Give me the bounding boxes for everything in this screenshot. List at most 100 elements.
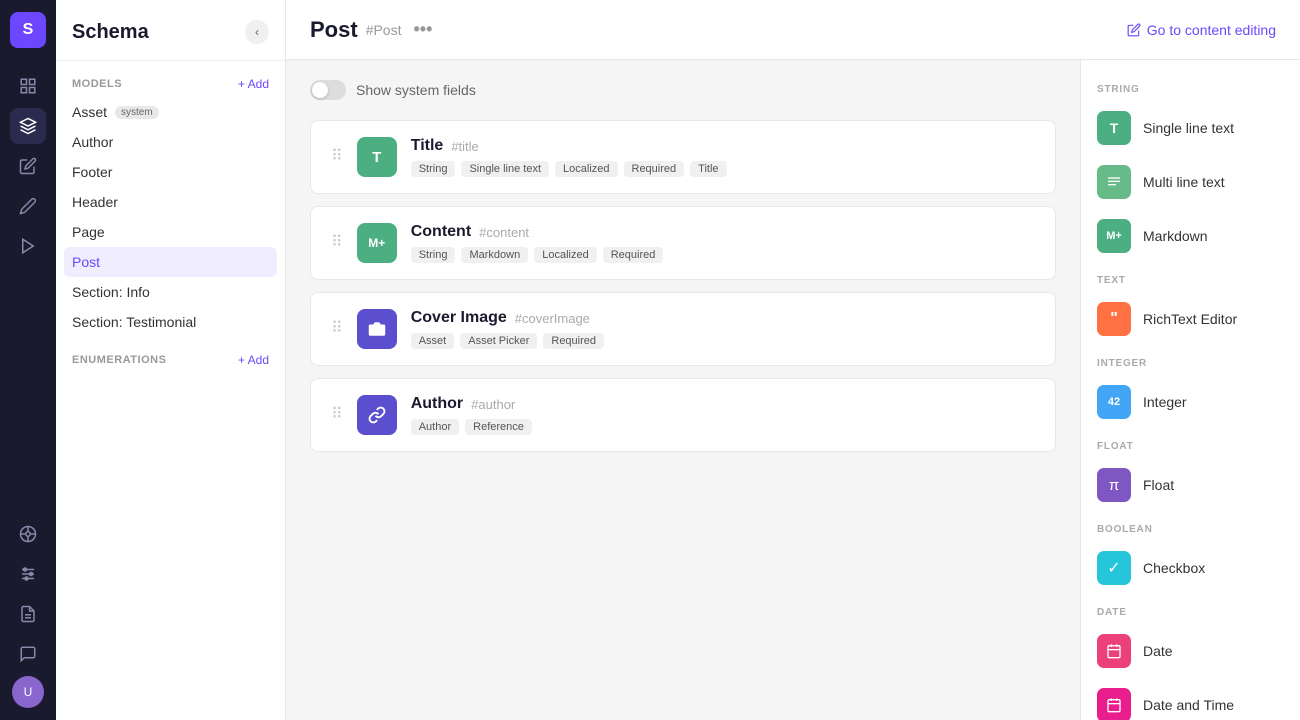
- field-info-cover-image: Cover Image #coverImage Asset Asset Pick…: [411, 309, 1035, 349]
- field-tags-title: String Single line text Localized Requir…: [411, 161, 1035, 177]
- field-card-content: ⠿ M+ Content #content String Markdown Lo…: [310, 206, 1056, 280]
- panel-item-richtext[interactable]: " RichText Editor: [1081, 292, 1300, 346]
- drag-handle-cover-image[interactable]: ⠿: [331, 321, 343, 337]
- drag-handle-title[interactable]: ⠿: [331, 149, 343, 165]
- panel-label-richtext: RichText Editor: [1143, 311, 1237, 327]
- tag: Asset: [411, 333, 455, 349]
- tag: Required: [603, 247, 664, 263]
- panel-icon-date-and-time: [1097, 688, 1131, 720]
- field-icon-cover-image: [357, 309, 397, 349]
- sidebar-header: Schema ‹: [56, 0, 285, 61]
- sidebar-item-author[interactable]: Author: [56, 127, 285, 157]
- more-options-button[interactable]: •••: [414, 19, 433, 40]
- tag: Single line text: [461, 161, 549, 177]
- sidebar-item-post[interactable]: Post: [64, 247, 277, 277]
- tag: String: [411, 247, 456, 263]
- tag: Required: [624, 161, 685, 177]
- panel-item-checkbox[interactable]: ✓ Checkbox: [1081, 541, 1300, 595]
- schema-area: Show system fields ⠿ T Title #title Stri…: [286, 60, 1080, 720]
- nav-icon-document[interactable]: [10, 596, 46, 632]
- panel-label-checkbox: Checkbox: [1143, 560, 1205, 576]
- panel-section-date: DATE: [1081, 595, 1300, 624]
- panel-icon-integer: 42: [1097, 385, 1131, 419]
- panel-item-date-and-time[interactable]: Date and Time: [1081, 678, 1300, 720]
- sidebar-collapse-button[interactable]: ‹: [245, 20, 269, 44]
- drag-handle-author[interactable]: ⠿: [331, 407, 343, 423]
- tag: Asset Picker: [460, 333, 537, 349]
- nav-icon-layers[interactable]: [10, 68, 46, 104]
- panel-section-float: FLOAT: [1081, 429, 1300, 458]
- panel-item-date[interactable]: Date: [1081, 624, 1300, 678]
- nav-icon-plugin[interactable]: [10, 516, 46, 552]
- nav-icon-edit[interactable]: [10, 148, 46, 184]
- tag: Required: [543, 333, 604, 349]
- panel-item-markdown[interactable]: M+ Markdown: [1081, 209, 1300, 263]
- panel-label-single-line-text: Single line text: [1143, 120, 1234, 136]
- sidebar-item-section-testimonial[interactable]: Section: Testimonial: [56, 307, 285, 337]
- page-title: Post: [310, 17, 358, 43]
- panel-label-integer: Integer: [1143, 394, 1187, 410]
- tag: Markdown: [461, 247, 528, 263]
- panel-label-multi-line-text: Multi line text: [1143, 174, 1225, 190]
- field-info-title: Title #title String Single line text Loc…: [411, 137, 1035, 177]
- nav-icon-pen[interactable]: [10, 188, 46, 224]
- drag-handle-content[interactable]: ⠿: [331, 235, 343, 251]
- field-tags-cover-image: Asset Asset Picker Required: [411, 333, 1035, 349]
- tag: Localized: [555, 161, 617, 177]
- nav-icon-schema[interactable]: [10, 108, 46, 144]
- field-icon-title: T: [357, 137, 397, 177]
- panel-icon-markdown: M+: [1097, 219, 1131, 253]
- user-avatar[interactable]: U: [12, 676, 44, 708]
- panel-section-boolean: BOOLEAN: [1081, 512, 1300, 541]
- models-add-button[interactable]: + Add: [238, 77, 269, 91]
- field-tags-content: String Markdown Localized Required: [411, 247, 1035, 263]
- panel-item-single-line-text[interactable]: T Single line text: [1081, 101, 1300, 155]
- field-info-author: Author #author Author Reference: [411, 395, 1035, 435]
- field-card-cover-image: ⠿ Cover Image #coverImage Asset Asset Pi…: [310, 292, 1056, 366]
- icon-bar: S: [0, 0, 56, 720]
- panel-label-date: Date: [1143, 643, 1173, 659]
- panel-icon-checkbox: ✓: [1097, 551, 1131, 585]
- tag: Author: [411, 419, 459, 435]
- main-content: Post #Post ••• Go to content editing Sho…: [286, 0, 1300, 720]
- enumerations-add-button[interactable]: + Add: [238, 353, 269, 367]
- sidebar-item-section-info[interactable]: Section: Info: [56, 277, 285, 307]
- sidebar-item-asset[interactable]: Asset system: [56, 97, 285, 127]
- sidebar-item-header[interactable]: Header: [56, 187, 285, 217]
- panel-section-text: TEXT: [1081, 263, 1300, 292]
- panel-icon-date: [1097, 634, 1131, 668]
- field-name-content: Content #content: [411, 223, 1035, 241]
- go-to-editing-button[interactable]: Go to content editing: [1127, 22, 1276, 38]
- nav-icon-sliders[interactable]: [10, 556, 46, 592]
- asset-badge: system: [115, 106, 159, 119]
- system-fields-switch[interactable]: [310, 80, 346, 100]
- panel-item-multi-line-text[interactable]: Multi line text: [1081, 155, 1300, 209]
- nav-icon-play[interactable]: [10, 228, 46, 264]
- tag: String: [411, 161, 456, 177]
- page-slug: #Post: [366, 22, 402, 38]
- tag: Title: [690, 161, 726, 177]
- sidebar-item-footer[interactable]: Footer: [56, 157, 285, 187]
- tag: Reference: [465, 419, 532, 435]
- panel-icon-richtext: ": [1097, 302, 1131, 336]
- system-fields-toggle: Show system fields: [310, 80, 1056, 100]
- panel-label-markdown: Markdown: [1143, 228, 1208, 244]
- panel-icon-single-line-text: T: [1097, 111, 1131, 145]
- nav-icon-chat[interactable]: [10, 636, 46, 672]
- panel-label-float: Float: [1143, 477, 1174, 493]
- panel-item-float[interactable]: π Float: [1081, 458, 1300, 512]
- panel-item-integer[interactable]: 42 Integer: [1081, 375, 1300, 429]
- right-panel: STRING T Single line text Multi line tex…: [1080, 60, 1300, 720]
- page-title-area: Post #Post •••: [310, 17, 432, 43]
- app-logo[interactable]: S: [10, 12, 46, 48]
- enumerations-section-label: Enumerations + Add: [56, 337, 285, 373]
- panel-label-date-and-time: Date and Time: [1143, 697, 1234, 713]
- sidebar-item-page[interactable]: Page: [56, 217, 285, 247]
- main-header: Post #Post ••• Go to content editing: [286, 0, 1300, 60]
- field-icon-content: M+: [357, 223, 397, 263]
- field-icon-author: [357, 395, 397, 435]
- field-name-title: Title #title: [411, 137, 1035, 155]
- panel-section-integer: INTEGER: [1081, 346, 1300, 375]
- main-body: Show system fields ⠿ T Title #title Stri…: [286, 60, 1300, 720]
- panel-icon-float: π: [1097, 468, 1131, 502]
